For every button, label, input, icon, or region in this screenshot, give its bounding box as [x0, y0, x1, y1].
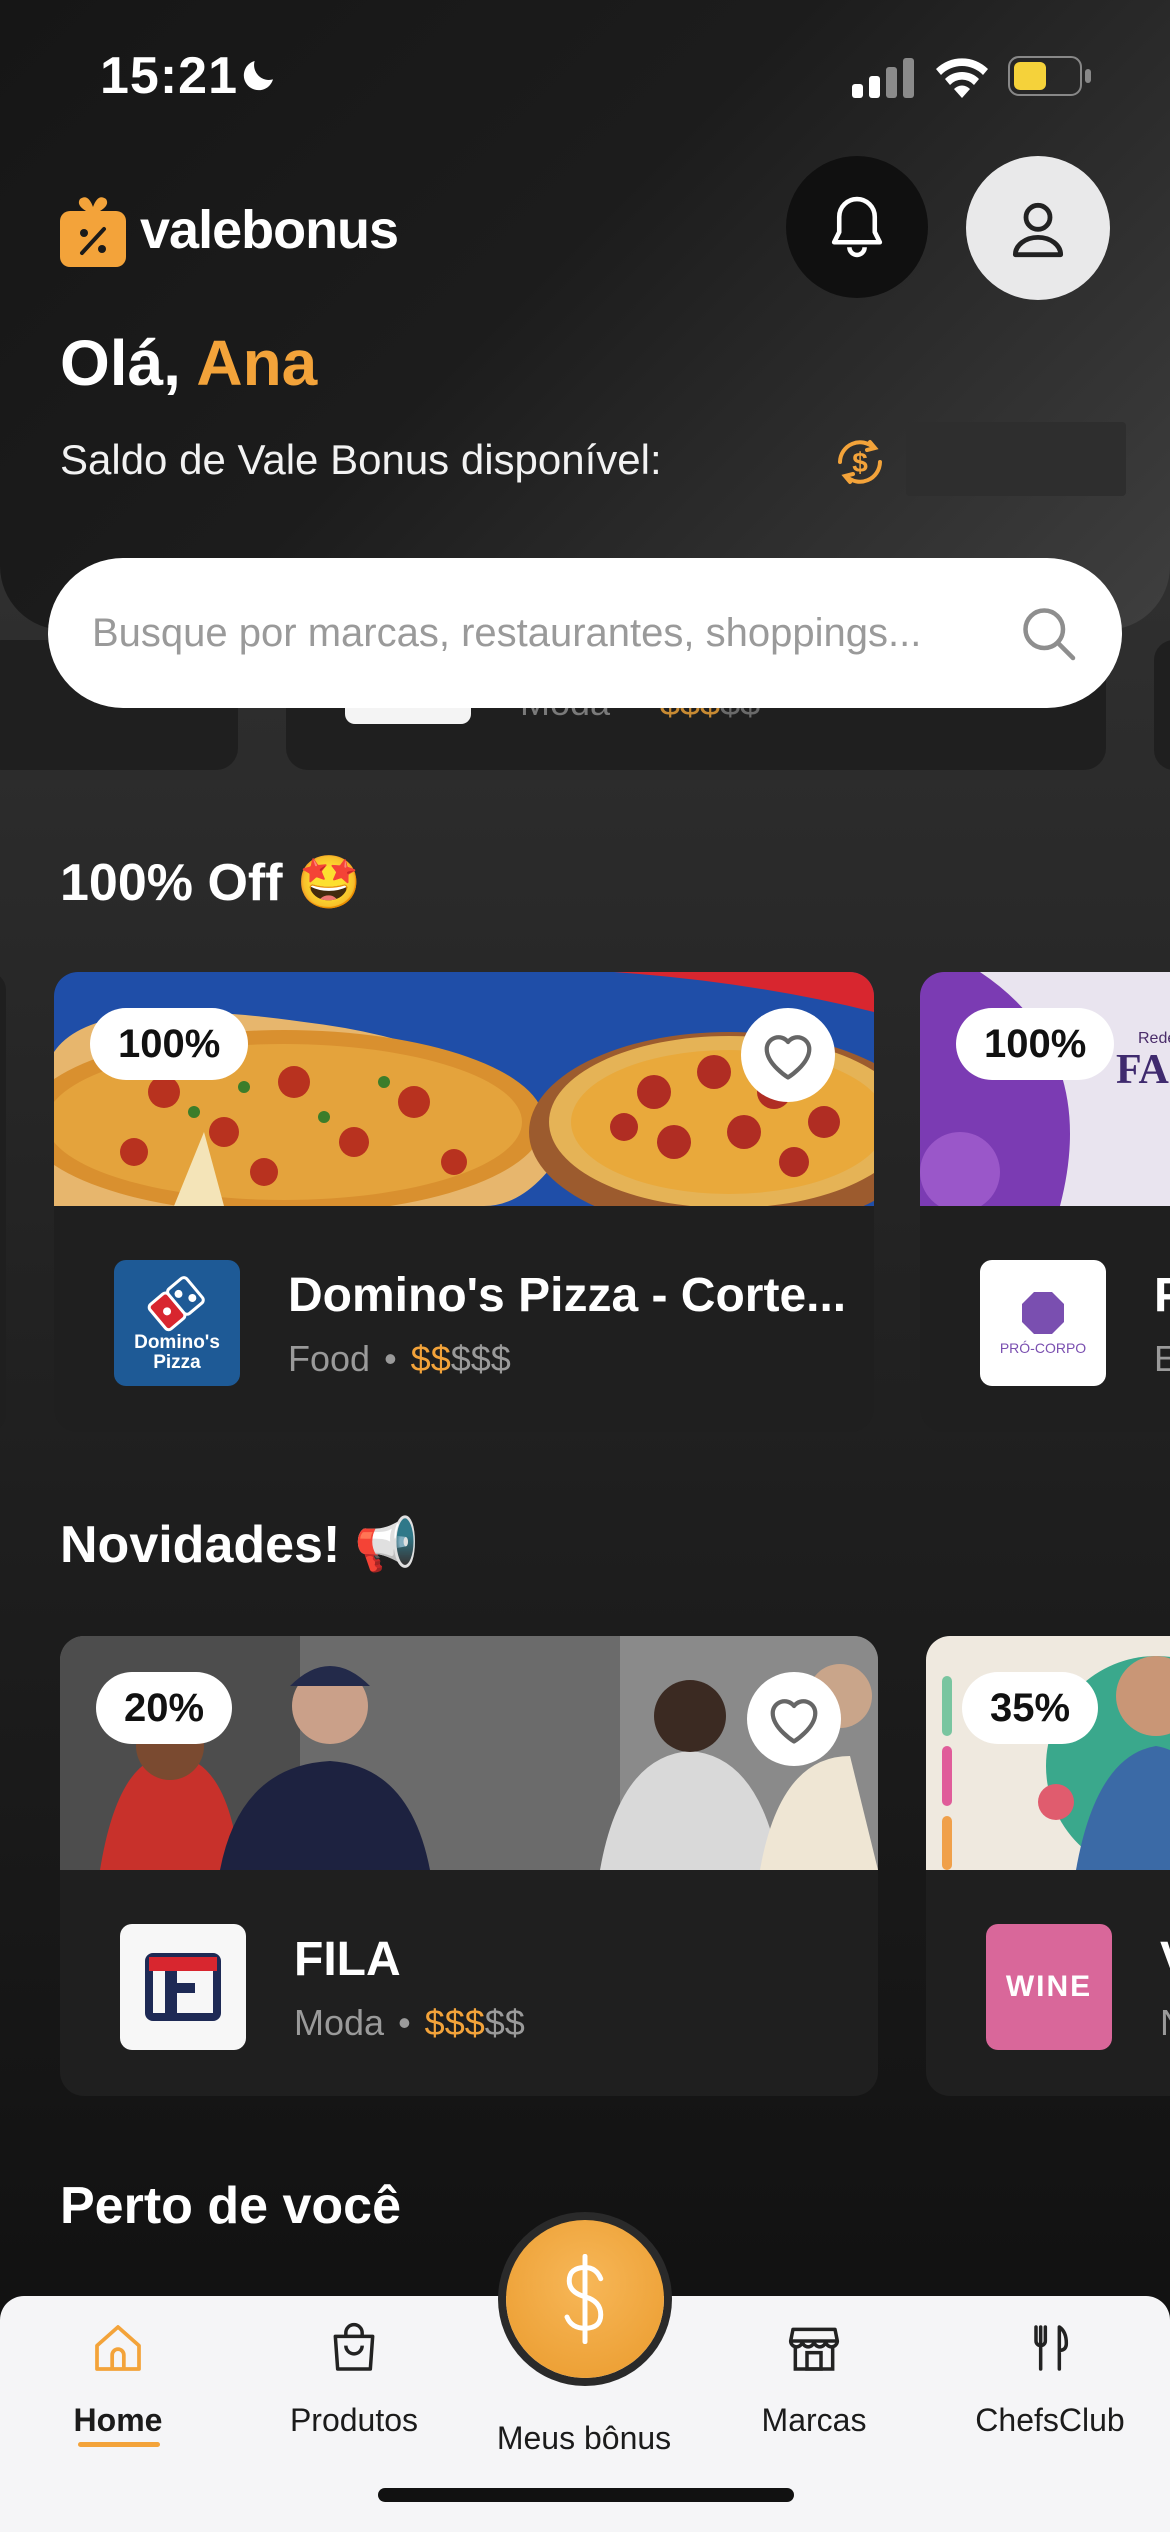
- megaphone-emoji: 📢: [354, 1516, 420, 1574]
- search-input[interactable]: [92, 610, 1018, 656]
- store-icon: [788, 2327, 840, 2371]
- home-indicator: [378, 2488, 794, 2502]
- bag-icon: [333, 2322, 375, 2371]
- favorite-button[interactable]: [741, 1008, 835, 1102]
- user-name: Ana: [196, 327, 318, 399]
- battery-icon: [1008, 56, 1091, 96]
- fila-logo: [120, 1924, 246, 2050]
- logo-text: valebonus: [140, 200, 399, 260]
- offer-card-procorpo[interactable]: 100% Rede FAC PRÓ-CORPO P E: [920, 972, 1170, 1432]
- card-title: V: [1160, 1932, 1170, 1987]
- status-bar: 15:21: [0, 0, 1170, 140]
- tab-home[interactable]: Home: [18, 2312, 218, 2462]
- card-title: Domino's Pizza - Corte...: [288, 1269, 847, 1322]
- search-icon[interactable]: [1018, 603, 1078, 663]
- wine-logo: WINE: [986, 1924, 1112, 2050]
- bell-icon: [831, 196, 883, 258]
- greeting: Olá, Ana: [60, 326, 317, 400]
- tab-chefsclub[interactable]: ChefsClub: [950, 2312, 1150, 2462]
- gift-icon: [60, 197, 126, 267]
- home-screen: 15:21 valebonus Olá, Ana Saldo de Vale B…: [0, 0, 1170, 2532]
- balance-label: Saldo de Vale Bonus disponível:: [60, 436, 662, 483]
- peek-card-edge[interactable]: [0, 972, 6, 1432]
- tab-marcas[interactable]: Marcas: [714, 2312, 914, 2462]
- wifi-icon: [936, 58, 988, 98]
- notifications-button[interactable]: [786, 156, 928, 298]
- card-meta: N: [1160, 2002, 1170, 2044]
- octagon-icon: [1022, 1292, 1064, 1334]
- app-logo: valebonus: [60, 190, 399, 270]
- section-title-novidades: Novidades! 📢: [60, 1515, 420, 1575]
- domino-tile-icon: [147, 1276, 205, 1332]
- fila-f-icon: [145, 1953, 221, 2021]
- discount-badge: 100%: [956, 1008, 1115, 1080]
- offer-card-dominos[interactable]: 100% Domino's Pizza Domino's Pizza - Cor…: [54, 972, 874, 1432]
- offer-card-wine[interactable]: 35% WINE V N: [926, 1636, 1170, 2096]
- svg-text:$: $: [852, 447, 868, 478]
- tab-meus-bonus[interactable]: Meus bônus: [484, 2312, 684, 2462]
- status-time: 15:21: [100, 47, 238, 105]
- dominos-logo: Domino's Pizza: [114, 1260, 240, 1386]
- user-icon: [1012, 202, 1064, 258]
- offer-card-fila[interactable]: 20% FILA Moda • $$$$$: [60, 1636, 878, 2096]
- balance-value-hidden[interactable]: [906, 422, 1126, 496]
- coin-refresh-icon: $: [838, 440, 882, 484]
- discount-badge: 20%: [96, 1672, 233, 1744]
- cutlery-icon: [1034, 2325, 1069, 2371]
- search-bar[interactable]: [48, 558, 1122, 708]
- section-title-perto: Perto de você: [60, 2177, 402, 2235]
- card-meta: E: [1154, 1338, 1170, 1379]
- card-meta: Food • $$$$$: [288, 1338, 511, 1379]
- heart-icon: [764, 1035, 812, 1080]
- greeting-prefix: Olá,: [60, 327, 181, 399]
- favorite-button[interactable]: [747, 1672, 841, 1766]
- active-tab-indicator: [78, 2442, 160, 2447]
- discount-badge: 100%: [90, 1008, 249, 1080]
- card-title: P: [1154, 1268, 1170, 1323]
- profile-button[interactable]: [966, 156, 1110, 300]
- card-meta: Moda • $$$$$: [294, 2002, 525, 2043]
- home-icon: [95, 2325, 141, 2371]
- banner-text-large: FAC: [1116, 1047, 1170, 1093]
- section-title-100-off: 100% Off 🤩: [60, 853, 362, 913]
- tab-produtos[interactable]: Produtos: [254, 2312, 454, 2462]
- signal-icon: [852, 58, 914, 98]
- moon-icon: [243, 61, 273, 91]
- heart-icon: [770, 1699, 818, 1744]
- discount-badge: 35%: [962, 1672, 1099, 1744]
- procorpo-logo: PRÓ-CORPO: [980, 1260, 1106, 1386]
- peek-card-right[interactable]: [1154, 640, 1170, 770]
- card-title: FILA: [294, 1933, 401, 1986]
- star-struck-emoji: 🤩: [296, 854, 362, 912]
